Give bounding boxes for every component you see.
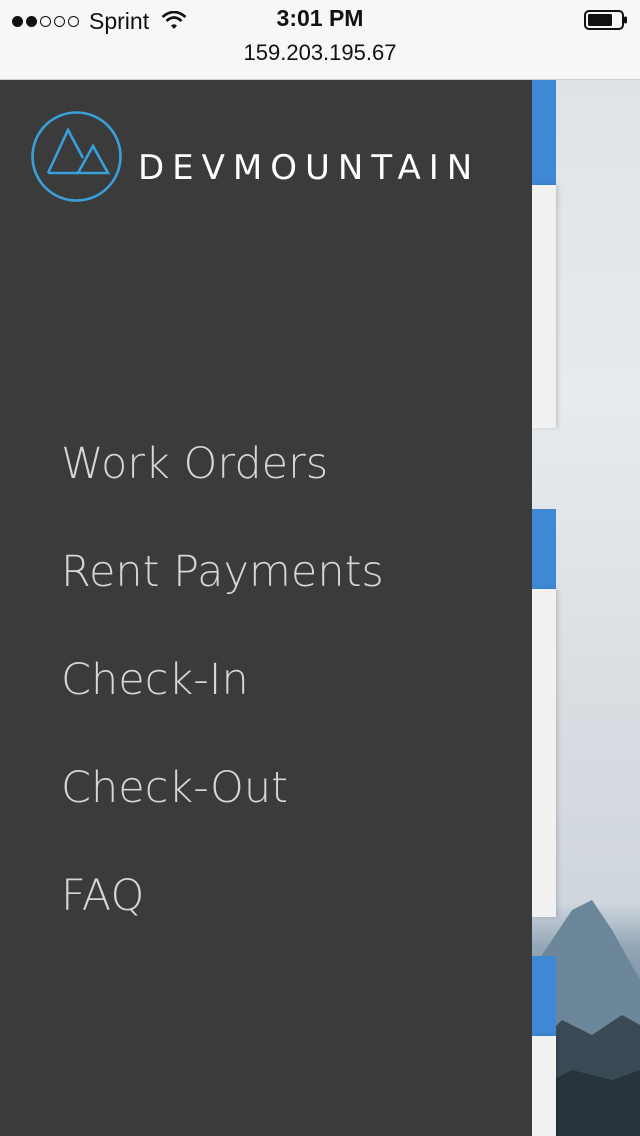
url-display[interactable]: 159.203.195.67	[0, 40, 640, 66]
menu-item-check-out[interactable]: Check-Out	[61, 734, 384, 842]
menu-item-rent-payments[interactable]: Rent Payments	[61, 518, 384, 626]
menu-item-work-orders[interactable]: Work Orders	[61, 410, 384, 518]
menu-item-check-in[interactable]: Check-In	[61, 626, 384, 734]
card-header-blue	[532, 509, 556, 589]
devmountain-logo[interactable]: DEVMOUNTAIN	[30, 110, 500, 205]
card-body	[532, 589, 556, 917]
status-time: 3:01 PM	[276, 5, 364, 31]
card-body	[532, 1036, 556, 1136]
card-header-blue	[532, 80, 556, 185]
menu-item-faq[interactable]: FAQ	[61, 842, 384, 950]
status-bar: Sprint 3:01 PM 159.203.195.67	[0, 0, 640, 80]
card-body	[532, 185, 556, 428]
logo-text: DEVMOUNTAIN	[138, 148, 481, 188]
drawer-menu: Work Orders Rent Payments Check-In Check…	[61, 410, 384, 950]
battery-icon	[584, 10, 627, 30]
card-header-blue	[532, 956, 556, 1036]
mountain-logo-icon	[31, 111, 122, 202]
nav-drawer: DEVMOUNTAIN Work Orders Rent Payments Ch…	[0, 80, 532, 1136]
